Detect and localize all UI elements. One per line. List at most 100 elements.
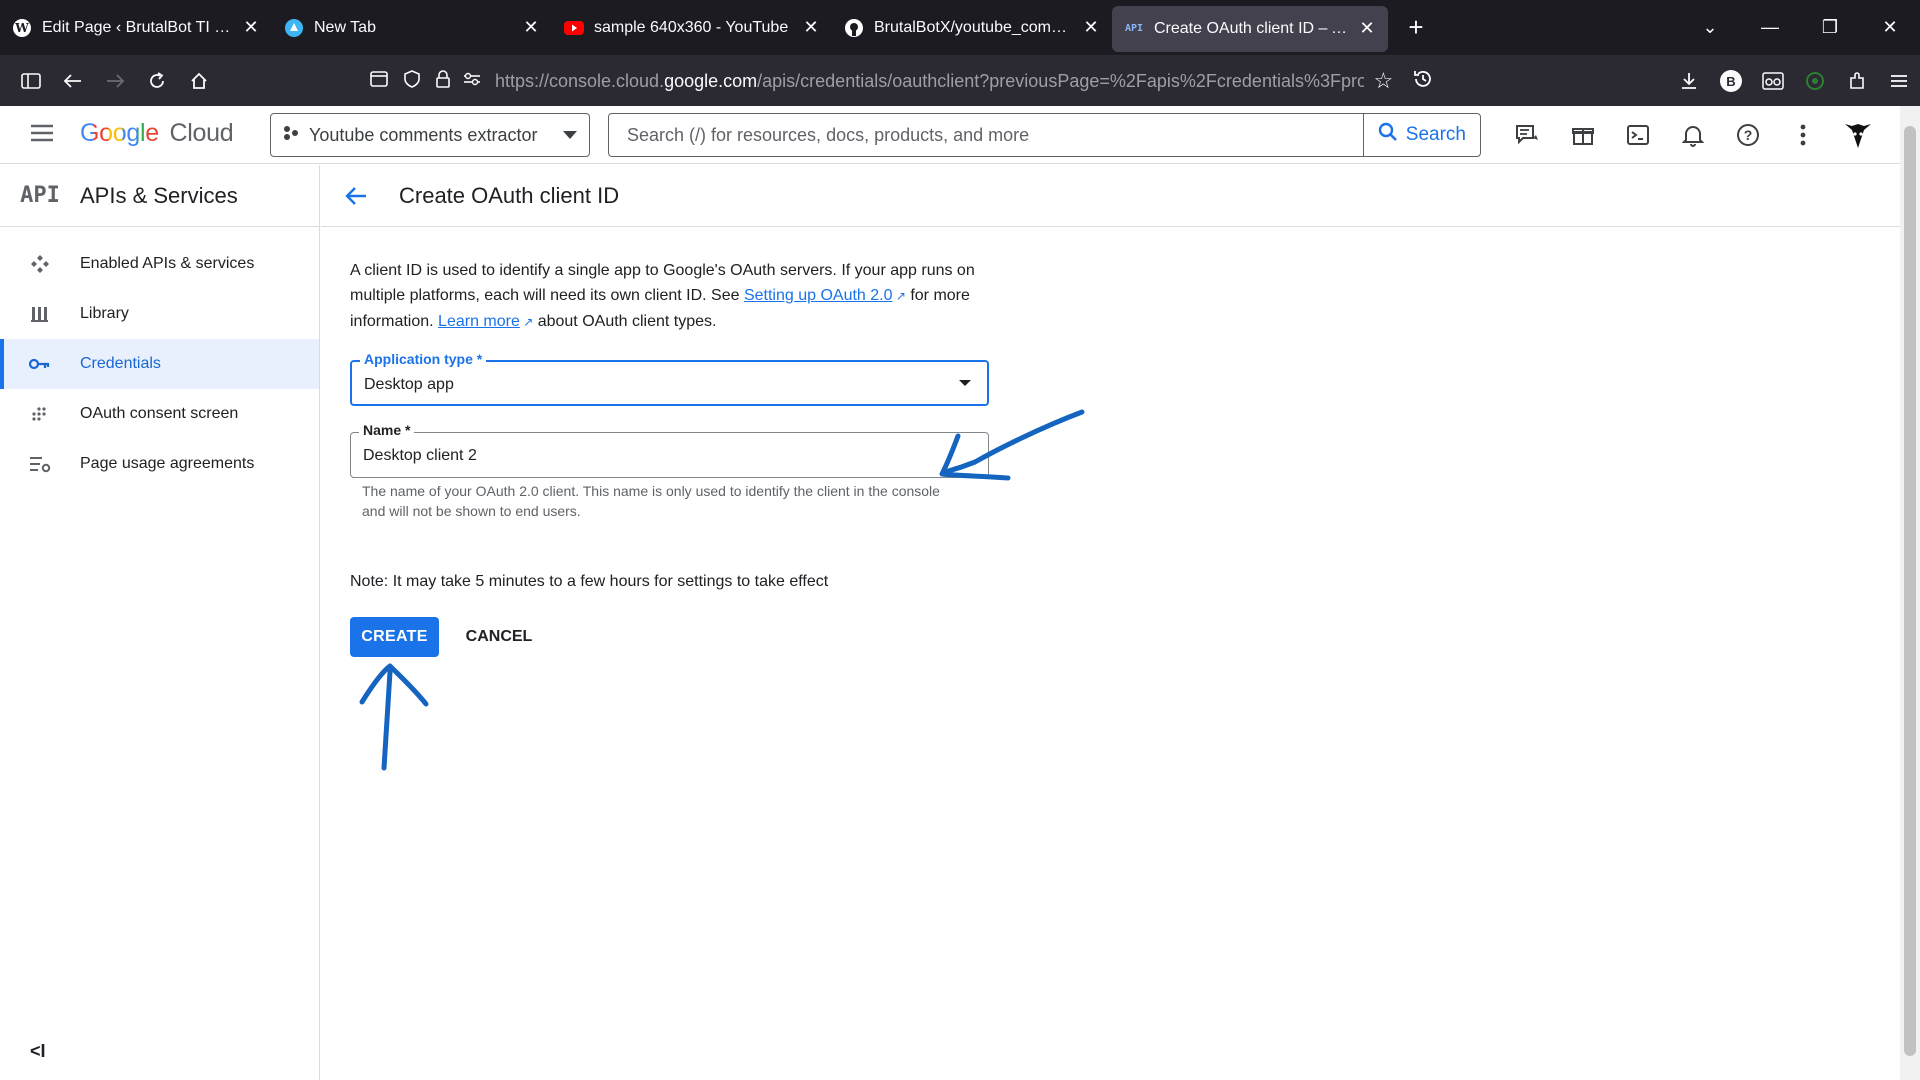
tab-wordpress[interactable]: W Edit Page ‹ BrutalBot TI — WordPress ✕	[0, 6, 272, 50]
more-vert-icon[interactable]	[1775, 124, 1830, 146]
bookmark-star-icon[interactable]: ☆	[1364, 68, 1403, 94]
sidebar-item-label: Enabled APIs & services	[80, 255, 255, 272]
search-input[interactable]: Search (/) for resources, docs, products…	[609, 125, 1363, 146]
description-text: about OAuth client types.	[533, 313, 717, 330]
application-type-value: Desktop app	[364, 376, 454, 393]
project-picker[interactable]: Youtube comments extractor	[270, 113, 590, 157]
main-content: Create OAuth client ID A client ID is us…	[321, 165, 1900, 1080]
toolbar-right: B	[1668, 61, 1920, 101]
application-type-select[interactable]: Application type * Desktop app	[350, 351, 989, 406]
tab-title: sample 640x360 - YouTube	[594, 18, 789, 36]
tab-youtube[interactable]: sample 640x360 - YouTube ✕	[552, 6, 832, 50]
sidebar-header: API APIs & Services	[0, 165, 319, 227]
close-tab-icon[interactable]: ✕	[800, 17, 822, 39]
close-tab-icon[interactable]: ✕	[240, 17, 262, 39]
url-path: /apis/credentials/oauthclient?previousPa…	[757, 70, 1364, 91]
scrollbar[interactable]	[1900, 106, 1920, 1080]
create-button[interactable]: CREATE	[350, 617, 439, 657]
cancel-button[interactable]: CANCEL	[459, 617, 539, 657]
search-icon	[1378, 122, 1398, 148]
main-menu-icon[interactable]	[30, 123, 54, 148]
cloud-shell-icon[interactable]	[1610, 123, 1665, 147]
search-button[interactable]: Search	[1362, 114, 1480, 156]
vpn-extension-icon[interactable]	[1794, 62, 1836, 100]
search-button-label: Search	[1405, 124, 1466, 145]
back-arrow-icon[interactable]	[321, 186, 391, 206]
tab-title: New Tab	[314, 18, 376, 36]
home-icon[interactable]	[178, 62, 220, 100]
application-type-label: Application type *	[360, 351, 487, 367]
extensions-icon[interactable]	[1836, 62, 1878, 100]
oauth-description: A client ID is used to identify a single…	[350, 258, 1010, 335]
learn-more-link[interactable]: Learn more	[438, 313, 520, 330]
account-avatar-icon[interactable]	[1830, 120, 1885, 150]
scrollbar-thumb[interactable]	[1904, 126, 1916, 1056]
menu-icon[interactable]	[1878, 62, 1920, 100]
search-box[interactable]: Search (/) for resources, docs, products…	[608, 113, 1481, 157]
url-bar[interactable]: https://console.cloud.google.com/apis/cr…	[362, 61, 1442, 101]
page-title: Create OAuth client ID	[399, 182, 620, 208]
new-tab-button[interactable]: +	[1396, 8, 1436, 48]
sidebar-item-library[interactable]: Library	[0, 289, 319, 339]
reload-icon[interactable]	[136, 62, 178, 100]
pocket-icon[interactable]	[362, 70, 395, 93]
back-icon[interactable]	[52, 62, 94, 100]
sidebar-item-label: OAuth consent screen	[80, 405, 239, 422]
profile-avatar[interactable]: B	[1710, 62, 1752, 100]
github-icon	[844, 18, 864, 38]
tab-github[interactable]: BrutalBotX/youtube_comments ✕	[832, 6, 1112, 50]
restore-icon[interactable]: ❐	[1800, 17, 1860, 38]
tab-title: Edit Page ‹ BrutalBot TI — WordPress	[42, 18, 234, 36]
tab-new-tab[interactable]: New Tab ✕	[272, 6, 552, 50]
name-label: Name *	[359, 422, 415, 438]
forward-icon[interactable]	[94, 62, 136, 100]
minimize-icon[interactable]: —	[1740, 17, 1800, 38]
url-text[interactable]: https://console.cloud.google.com/apis/cr…	[495, 71, 1364, 92]
sidebar-item-credentials[interactable]: Credentials	[0, 339, 319, 389]
name-help-text: The name of your OAuth 2.0 client. This …	[362, 483, 940, 519]
page-header: Create OAuth client ID	[321, 165, 1900, 227]
history-icon[interactable]	[1403, 68, 1442, 95]
browser-nav-bar: https://console.cloud.google.com/apis/cr…	[0, 55, 1920, 106]
sidebar-item-label: Page usage agreements	[80, 455, 255, 472]
external-link-icon: ↗	[519, 315, 534, 329]
dropdown-arrow-icon	[959, 380, 971, 386]
downloads-icon[interactable]	[1668, 62, 1710, 100]
help-icon[interactable]: ?	[1720, 123, 1775, 147]
close-tab-icon[interactable]: ✕	[1356, 18, 1378, 40]
setting-up-oauth-link[interactable]: Setting up OAuth 2.0	[744, 287, 893, 304]
tab-title: Create OAuth client ID – APIs & Services	[1154, 19, 1350, 37]
gcloud-header: Google Cloud Youtube comments extractor …	[0, 106, 1900, 164]
collapse-sidebar-icon[interactable]: <I	[30, 1041, 46, 1062]
tab-oauth-client[interactable]: API Create OAuth client ID – APIs & Serv…	[1112, 5, 1388, 52]
settings-list-icon	[0, 455, 80, 473]
project-name: Youtube comments extractor	[309, 124, 538, 145]
name-value[interactable]: Desktop client 2	[363, 447, 477, 465]
close-tab-icon[interactable]: ✕	[1080, 17, 1102, 39]
sidebar-item-page-usage[interactable]: Page usage agreements	[0, 439, 319, 489]
close-tab-icon[interactable]: ✕	[520, 17, 542, 39]
sidebar-item-enabled-apis[interactable]: Enabled APIs & services	[0, 239, 319, 289]
gemini-chat-icon[interactable]	[1500, 123, 1555, 147]
youtube-icon	[564, 18, 584, 38]
notifications-icon[interactable]	[1665, 123, 1720, 147]
sidebar-item-label: Credentials	[80, 355, 161, 372]
sidebar-item-oauth-consent[interactable]: OAuth consent screen	[0, 389, 319, 439]
library-icon	[0, 305, 80, 323]
header-actions: ?	[1500, 113, 1885, 157]
gift-icon[interactable]	[1555, 123, 1610, 147]
sidebar-toggle-icon[interactable]	[10, 62, 52, 100]
lock-icon[interactable]	[428, 69, 457, 94]
list-all-tabs-icon[interactable]: ⌄	[1680, 17, 1740, 38]
profile-initial: B	[1720, 70, 1742, 92]
firefox-icon	[284, 18, 304, 38]
reader-extension-icon[interactable]	[1752, 62, 1794, 100]
permissions-icon[interactable]	[458, 71, 487, 92]
tracking-protection-icon[interactable]	[395, 69, 428, 94]
close-window-icon[interactable]: ✕	[1860, 17, 1920, 38]
logo-cloud-text: Cloud	[169, 119, 234, 147]
google-cloud-logo[interactable]: Google Cloud	[80, 119, 234, 148]
settings-note: Note: It may take 5 minutes to a few hou…	[350, 573, 829, 590]
api-icon: API	[1124, 23, 1144, 34]
name-field[interactable]: Name * Desktop client 2	[350, 422, 989, 478]
